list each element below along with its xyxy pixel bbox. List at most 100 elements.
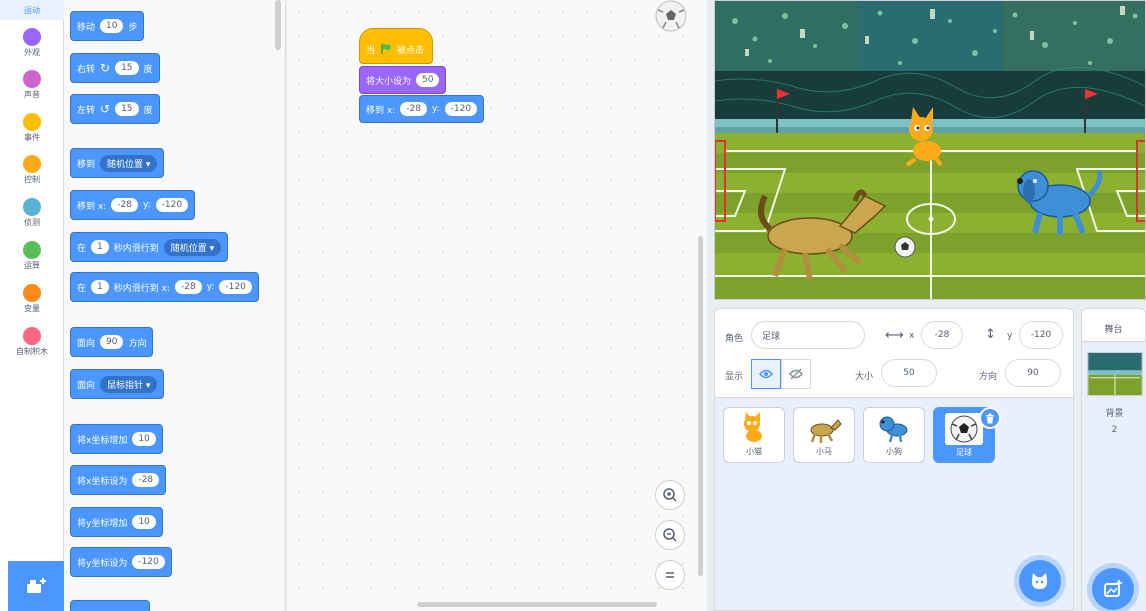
x-position-input[interactable]: -28 bbox=[921, 321, 963, 349]
show-hidden-toggle[interactable] bbox=[781, 359, 811, 389]
delete-sprite-button[interactable] bbox=[979, 407, 1001, 429]
block-move-steps[interactable]: 移动 10 步 bbox=[70, 11, 145, 41]
x-input[interactable]: -28 bbox=[111, 198, 138, 212]
zoom-in-button[interactable] bbox=[655, 480, 685, 510]
block-text: 将y坐标增加 bbox=[77, 518, 128, 529]
steps-input[interactable]: 10 bbox=[100, 19, 124, 33]
dx-input[interactable]: 10 bbox=[132, 432, 156, 446]
block-change-x[interactable]: 将x坐标增加 10 bbox=[70, 424, 163, 454]
sprite-tile-name: 小狗 bbox=[886, 447, 902, 456]
block-set-x[interactable]: 将x坐标设为 -28 bbox=[70, 465, 167, 495]
direction-input[interactable]: 90 bbox=[100, 335, 124, 349]
direction-input[interactable]: 90 bbox=[1005, 359, 1061, 387]
add-backdrop-button[interactable] bbox=[1092, 568, 1134, 610]
seconds-input[interactable]: 1 bbox=[91, 280, 109, 294]
block-point-direction[interactable]: 面向 90 方向 bbox=[70, 327, 154, 357]
code-vertical-scrollbar[interactable] bbox=[698, 236, 703, 576]
block-goto-xy[interactable]: 移到 x: -28 y: -120 bbox=[70, 190, 196, 220]
y-position-input[interactable]: -120 bbox=[1019, 321, 1063, 349]
size-input[interactable]: 50 bbox=[416, 73, 440, 87]
block-text: 移到 bbox=[77, 159, 96, 170]
category-events[interactable]: 事件 bbox=[0, 113, 64, 143]
eye-off-icon bbox=[789, 368, 803, 380]
show-visible-toggle[interactable] bbox=[751, 359, 781, 389]
y-input[interactable]: -120 bbox=[132, 555, 165, 569]
block-glide[interactable]: 在 1 秒内滑行到 随机位置 ▾ bbox=[70, 232, 229, 262]
x-input[interactable]: -28 bbox=[174, 280, 202, 294]
block-text: 秒内滑行到 bbox=[113, 243, 159, 254]
zoom-reset-icon bbox=[666, 572, 674, 578]
block-turn-right[interactable]: 右转 ↻ 15 度 bbox=[70, 53, 160, 83]
zoom-reset-button[interactable] bbox=[655, 560, 685, 590]
block-turn-left[interactable]: 左转 ↺ 15 度 bbox=[70, 94, 160, 124]
sprite-tile-dog[interactable]: 小狗 bbox=[863, 407, 925, 463]
dy-input[interactable]: 10 bbox=[132, 515, 156, 529]
horse-thumbnail-icon bbox=[810, 419, 842, 443]
sprite-tile-ball[interactable]: 足球 bbox=[933, 407, 1001, 463]
block-set-y[interactable]: 将y坐标设为 -120 bbox=[70, 547, 172, 577]
degrees-input[interactable]: 15 bbox=[115, 102, 139, 116]
glide-target-dropdown[interactable]: 随机位置 ▾ bbox=[163, 238, 222, 256]
sprite-tile-name: 小马 bbox=[816, 447, 832, 456]
sprite-tile-name: 足球 bbox=[956, 448, 972, 457]
sprite-name-label: 角色 bbox=[725, 334, 744, 344]
sprite-tile-cat[interactable]: 小猫 bbox=[723, 407, 785, 463]
y-input[interactable]: -120 bbox=[219, 280, 252, 294]
backdrop-thumbnail[interactable] bbox=[1086, 352, 1143, 396]
add-sprite-button[interactable] bbox=[1019, 560, 1061, 602]
category-label: 外观 bbox=[24, 48, 40, 57]
stage-selector-panel[interactable]: 舞台 背景 2 bbox=[1081, 308, 1146, 611]
block-text: 当 bbox=[366, 45, 376, 56]
block-point-towards[interactable]: 面向 鼠标指针 ▾ bbox=[70, 369, 165, 399]
rotate-left-icon: ↺ bbox=[100, 102, 111, 116]
category-label: 变量 bbox=[24, 304, 40, 313]
code-horizontal-scrollbar[interactable] bbox=[417, 602, 657, 607]
block-text: y: bbox=[142, 200, 151, 210]
seconds-input[interactable]: 1 bbox=[91, 240, 109, 254]
rotate-right-icon: ↻ bbox=[100, 61, 111, 75]
category-operators[interactable]: 运算 bbox=[0, 241, 64, 271]
goto-xy-block[interactable]: 移到 x: -28 y: -120 bbox=[359, 95, 485, 123]
category-menu: 运动 外观 声音 事件 控制 侦测 运算 变量 自制积木 bbox=[0, 0, 64, 611]
size-input[interactable]: 50 bbox=[881, 359, 937, 387]
block-text: 将x坐标设为 bbox=[77, 476, 128, 487]
dog-thumbnail-icon bbox=[879, 416, 908, 443]
palette-scrollbar[interactable] bbox=[275, 0, 281, 50]
zoom-out-button[interactable] bbox=[655, 520, 685, 550]
block-text: 左转 bbox=[77, 105, 96, 116]
category-my-blocks[interactable]: 自制积木 bbox=[0, 327, 64, 357]
block-text: 将x坐标增加 bbox=[77, 435, 128, 446]
category-sound[interactable]: 声音 bbox=[0, 70, 64, 100]
category-sensing[interactable]: 侦测 bbox=[0, 198, 64, 228]
category-looks[interactable]: 外观 bbox=[0, 28, 64, 58]
zoom-in-icon bbox=[663, 488, 677, 502]
sprite-tile-horse[interactable]: 小马 bbox=[793, 407, 855, 463]
when-flag-clicked-block[interactable]: 当 被点击 bbox=[359, 28, 433, 64]
degrees-input[interactable]: 15 bbox=[115, 61, 139, 75]
goto-target-dropdown[interactable]: 随机位置 ▾ bbox=[100, 154, 158, 172]
category-variables[interactable]: 变量 bbox=[0, 284, 64, 314]
x-input[interactable]: -28 bbox=[132, 473, 160, 487]
stage-canvas[interactable] bbox=[714, 0, 1146, 300]
block-partial[interactable] bbox=[70, 600, 150, 611]
code-area[interactable]: 当 被点击 将大小设为 50 移到 x: -28 y: -120 bbox=[287, 0, 707, 611]
block-change-y[interactable]: 将y坐标增加 10 bbox=[70, 507, 163, 537]
x-input[interactable]: -28 bbox=[400, 102, 427, 116]
extension-icon bbox=[27, 578, 46, 593]
y-input[interactable]: -120 bbox=[155, 198, 189, 212]
category-motion[interactable]: 运动 bbox=[0, 0, 64, 20]
set-size-block[interactable]: 将大小设为 50 bbox=[359, 66, 447, 94]
y-input[interactable]: -120 bbox=[444, 102, 478, 116]
block-text: 被点击 bbox=[397, 45, 425, 56]
add-extension-button[interactable] bbox=[8, 561, 64, 611]
block-glide-xy[interactable]: 在 1 秒内滑行到 x: -28 y: -120 bbox=[70, 272, 259, 302]
sprite-name-input[interactable]: 足球 bbox=[751, 321, 865, 349]
towards-dropdown[interactable]: 鼠标指针 ▾ bbox=[100, 375, 158, 393]
y-position-icon: ↕ bbox=[985, 327, 996, 342]
block-goto[interactable]: 移到 随机位置 ▾ bbox=[70, 148, 165, 178]
dropdown-value: 随机位置 bbox=[170, 243, 207, 254]
eye-icon bbox=[759, 369, 773, 379]
category-control[interactable]: 控制 bbox=[0, 155, 64, 185]
sprite-list: 小猫 小马 小狗 足球 bbox=[714, 398, 1074, 611]
cat-thumbnail-icon bbox=[744, 412, 762, 442]
